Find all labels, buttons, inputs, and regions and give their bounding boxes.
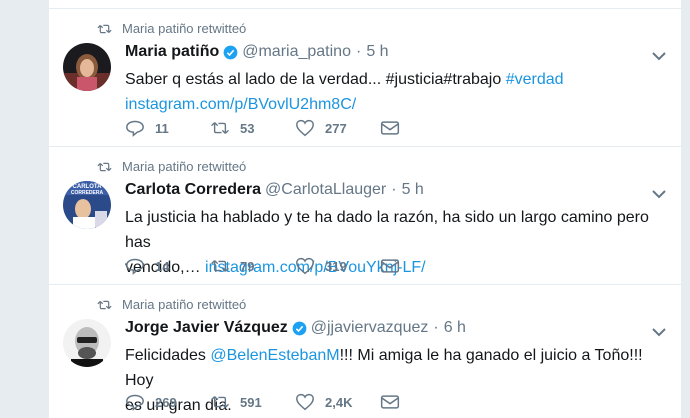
- retweet-button[interactable]: 79: [210, 257, 295, 275]
- avatar[interactable]: CARLOTA CORREDERA: [63, 181, 111, 229]
- tweet-timestamp[interactable]: 6 h: [444, 319, 466, 337]
- retweet-context: Maria patiño retwitteó: [97, 159, 246, 174]
- verified-badge-icon: [223, 45, 238, 59]
- retweet-context-label: Maria patiño retwitteó: [122, 159, 247, 174]
- tweet-text-line-1: La justicia ha hablado y te ha dado la r…: [125, 209, 649, 251]
- reply-button[interactable]: 11: [125, 119, 210, 137]
- retweet-icon: [211, 396, 229, 408]
- chevron-down-icon[interactable]: [651, 51, 667, 61]
- timeline: Maria patiño retwitteó Maria patiño @mar…: [48, 0, 682, 418]
- author-username[interactable]: @jjaviervazquez: [311, 319, 429, 337]
- author-name[interactable]: Carlota Corredera: [125, 181, 261, 199]
- retweet-small-icon: [97, 300, 112, 309]
- envelope-icon: [380, 121, 400, 135]
- tweet-header: Maria patiño @maria_patino · 5 h: [125, 43, 389, 61]
- retweet-icon: [211, 122, 229, 134]
- like-button[interactable]: 2,4K: [295, 393, 380, 411]
- heart-icon: [296, 257, 314, 275]
- retweet-small-icon: [97, 162, 112, 171]
- heart-icon: [296, 119, 314, 137]
- tweet-text-start: Felicidades: [125, 347, 211, 364]
- tweet-text: Saber q estás al lado de la verdad... #j…: [125, 67, 665, 117]
- retweet-context-label: Maria patiño retwitteó: [122, 297, 247, 312]
- tweet[interactable]: Maria patiño retwitteó Maria patiño @mar…: [49, 8, 681, 150]
- retweet-button[interactable]: 591: [210, 393, 295, 411]
- heart-icon: [296, 393, 314, 411]
- tweet-actions: 14 79 319: [125, 257, 465, 275]
- retweet-button[interactable]: 53: [210, 119, 295, 137]
- reply-button[interactable]: 269: [125, 393, 210, 411]
- chevron-down-icon[interactable]: [651, 189, 667, 199]
- tweet-actions: 11 53 277: [125, 119, 465, 137]
- author-username[interactable]: @maria_patino: [242, 43, 351, 61]
- reply-count: 14: [155, 258, 170, 274]
- reply-button[interactable]: 14: [125, 257, 210, 275]
- author-name[interactable]: Maria patiño: [125, 43, 219, 61]
- retweet-small-icon: [97, 24, 112, 33]
- chevron-down-icon[interactable]: [651, 327, 667, 337]
- like-button[interactable]: 277: [295, 119, 380, 137]
- reply-icon: [126, 258, 144, 275]
- retweet-count: 53: [240, 120, 255, 136]
- tweet-actions: 269 591 2,4K: [125, 393, 465, 411]
- avatar[interactable]: [63, 319, 111, 367]
- retweet-count: 79: [240, 258, 255, 274]
- direct-message-button[interactable]: [380, 257, 465, 275]
- reply-icon: [126, 394, 144, 411]
- tweet[interactable]: Maria patiño retwitteó CARLOTA CORREDERA…: [49, 146, 681, 287]
- separator-dot: ·: [355, 43, 362, 60]
- envelope-icon: [380, 395, 400, 409]
- like-count: 319: [325, 258, 347, 274]
- like-count: 2,4K: [325, 394, 353, 410]
- direct-message-button[interactable]: [380, 393, 465, 411]
- hashtag-link[interactable]: #verdad: [506, 71, 564, 88]
- tweet-link[interactable]: instagram.com/p/BVovlU2hm8C/: [125, 96, 356, 113]
- reply-icon: [126, 120, 144, 137]
- avatar-text-2: CORREDERA: [71, 190, 104, 196]
- tweet-timestamp[interactable]: 5 h: [402, 181, 424, 199]
- avatar[interactable]: [63, 43, 111, 91]
- verified-badge-icon: [292, 321, 307, 335]
- retweet-count: 591: [240, 394, 262, 410]
- separator-dot: ·: [433, 319, 439, 336]
- author-username[interactable]: @CarlotaLlauger: [265, 181, 386, 199]
- tweet[interactable]: Maria patiño retwitteó Jorge Javier Vázq…: [49, 284, 681, 418]
- envelope-icon: [380, 259, 400, 273]
- tweet-text-body: Saber q estás al lado de la verdad... #j…: [125, 71, 506, 88]
- retweet-context: Maria patiño retwitteó: [97, 21, 246, 36]
- reply-count: 11: [155, 120, 169, 136]
- tweet-header: Jorge Javier Vázquez @jjaviervazquez · 6…: [125, 319, 466, 337]
- retweet-context-label: Maria patiño retwitteó: [122, 21, 247, 36]
- author-name[interactable]: Jorge Javier Vázquez: [125, 319, 288, 337]
- retweet-icon: [211, 260, 229, 272]
- mention-link[interactable]: @BelenEstebanM: [210, 347, 339, 364]
- like-count: 277: [325, 120, 347, 136]
- like-button[interactable]: 319: [295, 257, 380, 275]
- reply-count: 269: [155, 394, 177, 410]
- separator-dot: ·: [391, 181, 397, 198]
- tweet-timestamp[interactable]: 5 h: [366, 43, 388, 61]
- retweet-context: Maria patiño retwitteó: [97, 297, 246, 312]
- direct-message-button[interactable]: [380, 119, 465, 137]
- tweet-header: Carlota Corredera @CarlotaLlauger · 5 h: [125, 181, 424, 199]
